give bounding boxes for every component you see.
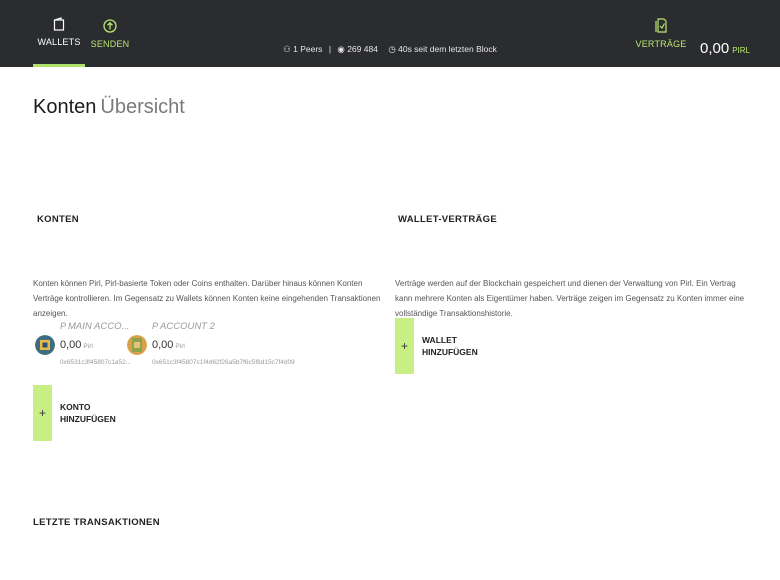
plus-icon: + (33, 385, 52, 441)
add-account-button[interactable]: + KONTO HINZUFÜGEN (33, 385, 130, 441)
account-address: 0x651c3f45807c1f4d62f26a5b7f6c5f8d15c7f4… (152, 359, 295, 366)
clock-icon: ◷ (388, 44, 396, 54)
plus-icon: + (395, 318, 414, 374)
account-identicon (35, 335, 55, 355)
accounts-section-title: KONTEN (37, 214, 79, 225)
add-account-label: KONTO HINZUFÜGEN (60, 402, 116, 424)
nav-wallets-label: WALLETS (37, 37, 81, 47)
nav-contracts-label: VERTRÄGE (635, 39, 687, 49)
send-arrow-icon (103, 18, 117, 33)
block-number: 269 484 (347, 44, 378, 54)
account-balance: 0,00 Pirl (152, 339, 185, 351)
network-status: ⚇ 1 Peers | ◉ 269 484 ◷ 40s seit dem let… (283, 44, 497, 54)
page-title: Konten Übersicht (33, 96, 185, 119)
last-block-time: 40s seit dem letzten Block (398, 44, 497, 54)
key-icon: P (60, 321, 67, 331)
page-title-light: Übersicht (100, 96, 185, 118)
add-wallet-button[interactable]: + WALLET HINZUFÜGEN (395, 318, 492, 374)
account-balance: 0,00 Pirl (60, 339, 93, 351)
nav-contracts[interactable]: VERTRÄGE (635, 0, 687, 67)
block-icon: ◉ (337, 44, 345, 54)
page-title-strong: Konten (33, 96, 97, 118)
nav-send-label: SENDEN (90, 38, 130, 49)
account-name: P ACCOUNT 2 (152, 321, 215, 332)
account-identicon (127, 335, 147, 355)
total-balance-amount: 0,00 (700, 40, 730, 57)
total-balance: 0,00 PIRL (700, 40, 770, 57)
peers-count: 1 Peers (293, 44, 323, 54)
account-name: P MAIN ACCO... (60, 321, 130, 332)
total-balance-unit: PIRL (732, 46, 750, 55)
account-address: 0x6531c3f45807c1a52... (60, 359, 132, 366)
nav-send[interactable]: SENDEN (88, 0, 132, 67)
nav-wallets[interactable]: WALLETS (33, 0, 85, 67)
key-icon: P (152, 321, 159, 331)
contract-icon (655, 18, 667, 33)
account-card-2[interactable]: P ACCOUNT 2 0,00 Pirl 0x651c3f45807c1f4d62… (127, 321, 295, 371)
wallet-icon (53, 17, 65, 31)
transactions-section-title: LETZTE TRANSAKTIONEN (33, 517, 160, 528)
top-bar: WALLETS SENDEN ⚇ 1 Peers | ◉ 269 484 ◷ 4… (0, 0, 780, 67)
contracts-description: Verträge werden auf der Blockchain gespe… (395, 279, 745, 318)
add-wallet-label: WALLET HINZUFÜGEN (422, 335, 478, 357)
contracts-section-title: WALLET-VERTRÄGE (398, 214, 497, 225)
peers-icon: ⚇ (283, 44, 291, 54)
accounts-description: Konten können Pirl, Pirl-basierte Token … (33, 279, 381, 318)
